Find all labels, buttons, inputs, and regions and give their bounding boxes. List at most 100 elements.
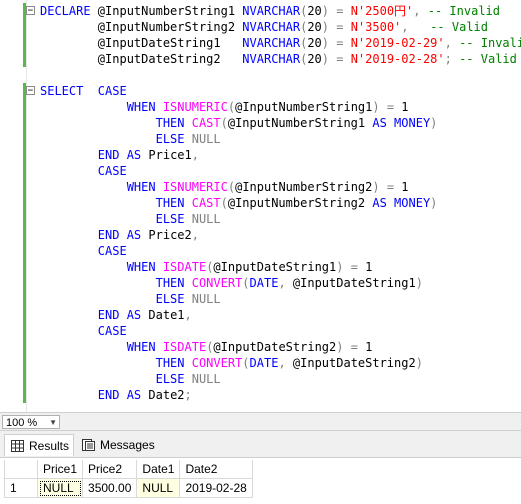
corner-cell[interactable] [4, 460, 38, 479]
code-token: ISNUMERIC [162, 180, 228, 194]
code-line[interactable]: THEN CAST(@InputNumberString2 AS MONEY) [40, 195, 521, 211]
code-token: ) [430, 116, 438, 130]
code-token: WHEN [126, 340, 163, 354]
zoom-dropdown[interactable]: 100 % ▼ [2, 415, 60, 429]
code-token: ( [227, 180, 236, 194]
column-header[interactable]: Price1 [36, 460, 84, 479]
code-token: 1 [401, 180, 409, 194]
code-line[interactable]: END AS Price1, [40, 147, 521, 163]
code-token: @InputNumberString2 [227, 196, 373, 210]
code-token: NVARCHAR [242, 52, 301, 66]
code-line[interactable]: ELSE NULL [40, 211, 521, 227]
cell-price1[interactable]: NULL [36, 478, 84, 498]
code-line[interactable]: THEN CONVERT(DATE, @InputDateString2) [40, 355, 521, 371]
collapse-toggle-icon[interactable]: − [26, 6, 35, 16]
code-token: ISDATE [162, 260, 207, 274]
query-editor[interactable]: − − DECLARE @InputNumberString1 NVARCHAR… [0, 0, 521, 412]
code-token: MONEY [394, 116, 431, 130]
code-token: = [379, 180, 402, 194]
column-header[interactable]: Date2 [179, 460, 253, 479]
cell-date1[interactable]: NULL [136, 478, 181, 498]
code-line[interactable]: WHEN ISNUMERIC(@InputNumberString1) = 1 [40, 99, 521, 115]
code-token: ISDATE [162, 340, 207, 354]
code-token: 1 [365, 340, 373, 354]
code-line[interactable]: WHEN ISDATE(@InputDateString2) = 1 [40, 339, 521, 355]
code-token: , [184, 308, 192, 322]
code-line[interactable]: SELECT CASE [40, 83, 521, 99]
code-token: = [329, 20, 351, 34]
code-token: , [444, 36, 452, 50]
code-token: Price1 [148, 148, 192, 162]
code-line[interactable]: CASE [40, 163, 521, 179]
cell-price2[interactable]: 3500.00 [82, 478, 138, 498]
tab-results[interactable]: Results [4, 434, 74, 456]
code-line[interactable]: @InputDateString1 NVARCHAR(20) = N'2019-… [40, 35, 521, 51]
code-token: = [343, 340, 366, 354]
code-line[interactable]: WHEN ISNUMERIC(@InputNumberString2) = 1 [40, 179, 521, 195]
code-token: @InputDateString2 [40, 52, 243, 66]
code-line[interactable]: ELSE NULL [40, 371, 521, 387]
code-line[interactable]: CASE [40, 243, 521, 259]
code-line[interactable]: ELSE NULL [40, 131, 521, 147]
code-token: , [401, 20, 409, 34]
code-token: = [329, 4, 351, 18]
column-header[interactable]: Price2 [82, 460, 138, 479]
code-token: DECLARE [40, 4, 98, 18]
code-token: , [278, 276, 293, 290]
code-token: @InputNumberString1 [227, 116, 373, 130]
code-token: ( [242, 276, 250, 290]
results-tabs: Results Messages [0, 431, 521, 457]
code-line[interactable]: END AS Date1, [40, 307, 521, 323]
row-number[interactable]: 1 [4, 478, 38, 498]
code-line[interactable]: DECLARE @InputNumberString1 NVARCHAR(20)… [40, 3, 521, 19]
code-line[interactable]: @InputDateString2 NVARCHAR(20) = N'2019-… [40, 51, 521, 67]
code-line[interactable]: WHEN ISDATE(@InputDateString1) = 1 [40, 259, 521, 275]
code-token: , [191, 148, 199, 162]
code-token: END [97, 308, 127, 322]
code-line[interactable]: END AS Price2, [40, 227, 521, 243]
code-line[interactable] [40, 67, 521, 83]
code-token: N'2019-02-28' [350, 52, 445, 66]
code-token: NVARCHAR [242, 20, 301, 34]
zoom-bar: 100 % ▼ [0, 412, 521, 431]
code-token: ELSE [155, 292, 192, 306]
code-token: 1 [365, 260, 373, 274]
cell-date2[interactable]: 2019-02-28 [179, 478, 253, 498]
code-token: AS [126, 148, 149, 162]
code-token: CONVERT [191, 356, 243, 370]
code-line[interactable]: @InputNumberString2 NVARCHAR(20) = N'350… [40, 19, 521, 35]
change-indicator [23, 83, 26, 403]
code-token: CASE [97, 164, 127, 178]
code-line[interactable]: ELSE NULL [40, 291, 521, 307]
code-line[interactable]: END AS Date2; [40, 387, 521, 403]
tab-messages[interactable]: Messages [76, 434, 156, 456]
code-token: ) [321, 36, 330, 50]
code-token: CAST [191, 116, 221, 130]
code-token: @InputNumberString1 [235, 100, 373, 114]
code-line[interactable]: THEN CONVERT(DATE, @InputDateString1) [40, 275, 521, 291]
code-token: Date1 [148, 308, 185, 322]
code-token: @InputNumberString2 [235, 180, 373, 194]
code-token: WHEN [126, 180, 163, 194]
sql-code[interactable]: DECLARE @InputNumberString1 NVARCHAR (20)… [40, 3, 521, 403]
code-token: END [97, 228, 127, 242]
code-token: @InputNumberString1 [97, 4, 243, 18]
code-token: N'3500' [350, 20, 402, 34]
code-token: ) [415, 356, 423, 370]
code-token: NVARCHAR [242, 4, 301, 18]
code-token: -- Valid [451, 52, 517, 66]
code-line[interactable]: CASE [40, 323, 521, 339]
code-token: @InputDateString1 [213, 260, 337, 274]
results-grid: Price1 Price2 Date1 Date2 1 NULL 3500.00… [0, 457, 521, 504]
code-line[interactable]: THEN CAST(@InputNumberString1 AS MONEY) [40, 115, 521, 131]
collapse-toggle-icon[interactable]: − [26, 86, 35, 96]
column-header[interactable]: Date1 [136, 460, 181, 479]
tab-results-label: Results [29, 439, 70, 453]
